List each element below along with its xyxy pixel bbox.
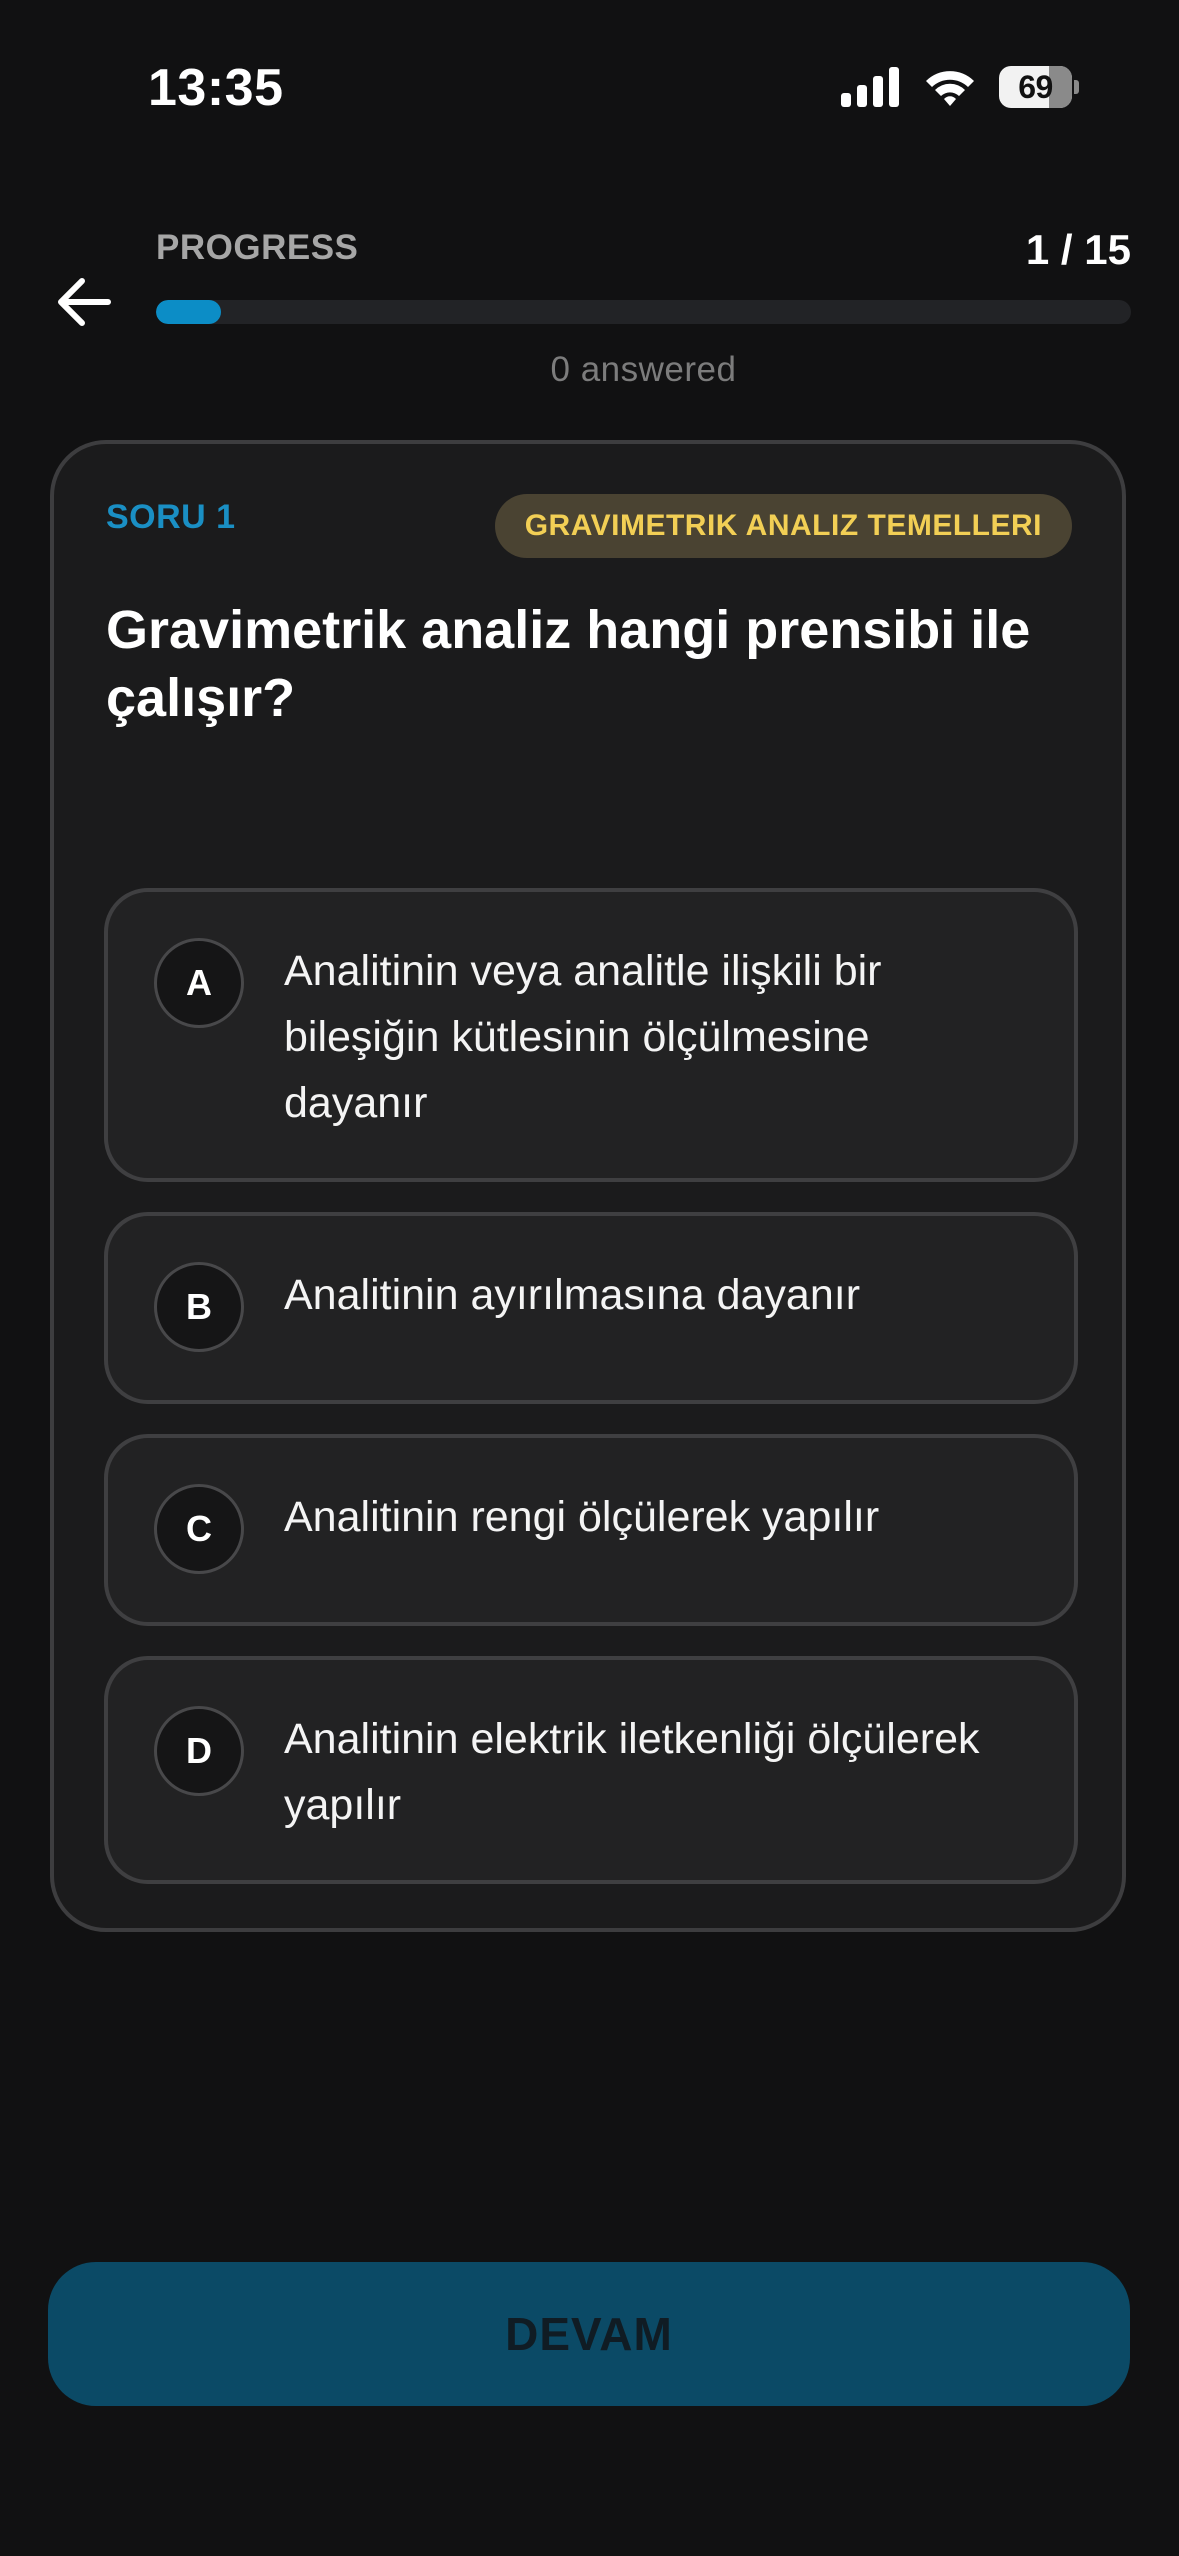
battery-icon: 69: [999, 65, 1079, 109]
question-number: SORU 1: [106, 498, 236, 536]
answer-option-b[interactable]: B Analitinin ayırılmasına dayanır: [104, 1212, 1078, 1404]
continue-button[interactable]: DEVAM: [48, 2262, 1130, 2406]
status-icons: 69: [841, 62, 1079, 112]
option-letter-badge: D: [154, 1706, 244, 1796]
cellular-signal-icon: [841, 67, 901, 107]
topic-badge: GRAVIMETRIK ANALIZ TEMELLERI: [494, 494, 1072, 558]
back-button[interactable]: [52, 272, 116, 336]
answered-count: 0 answered: [550, 350, 737, 389]
progress-bar-fill: [156, 300, 222, 324]
answer-option-d[interactable]: D Analitinin elektrik iletkenliği ölçüle…: [104, 1656, 1078, 1884]
option-text: Analitinin veya analitle ilişkili bir bi…: [284, 947, 882, 1127]
progress-count: 1 / 15: [1025, 226, 1131, 273]
question-text: Gravimetrik analiz hangi prensibi ile ça…: [106, 600, 1031, 728]
progress-bar: [156, 300, 1131, 324]
answer-option-c[interactable]: C Analitinin rengi ölçülerek yapılır: [104, 1434, 1078, 1626]
option-letter-badge: C: [154, 1484, 244, 1574]
answer-option-a[interactable]: A Analitinin veya analitle ilişkili bir …: [104, 888, 1078, 1182]
option-text: Analitinin ayırılmasına dayanır: [284, 1271, 861, 1319]
status-time: 13:35: [148, 59, 284, 117]
battery-level: 69: [1018, 68, 1053, 105]
option-letter-badge: A: [154, 938, 244, 1028]
option-text: Analitinin elektrik iletkenliği ölçülere…: [284, 1715, 980, 1829]
option-text: Analitinin rengi ölçülerek yapılır: [284, 1493, 880, 1541]
wifi-icon: [923, 67, 977, 107]
option-letter-badge: B: [154, 1262, 244, 1352]
progress-label: PROGRESS: [156, 228, 359, 267]
question-card: SORU 1 GRAVIMETRIK ANALIZ TEMELLERI Grav…: [50, 440, 1126, 1932]
arrow-left-icon: [56, 277, 112, 332]
